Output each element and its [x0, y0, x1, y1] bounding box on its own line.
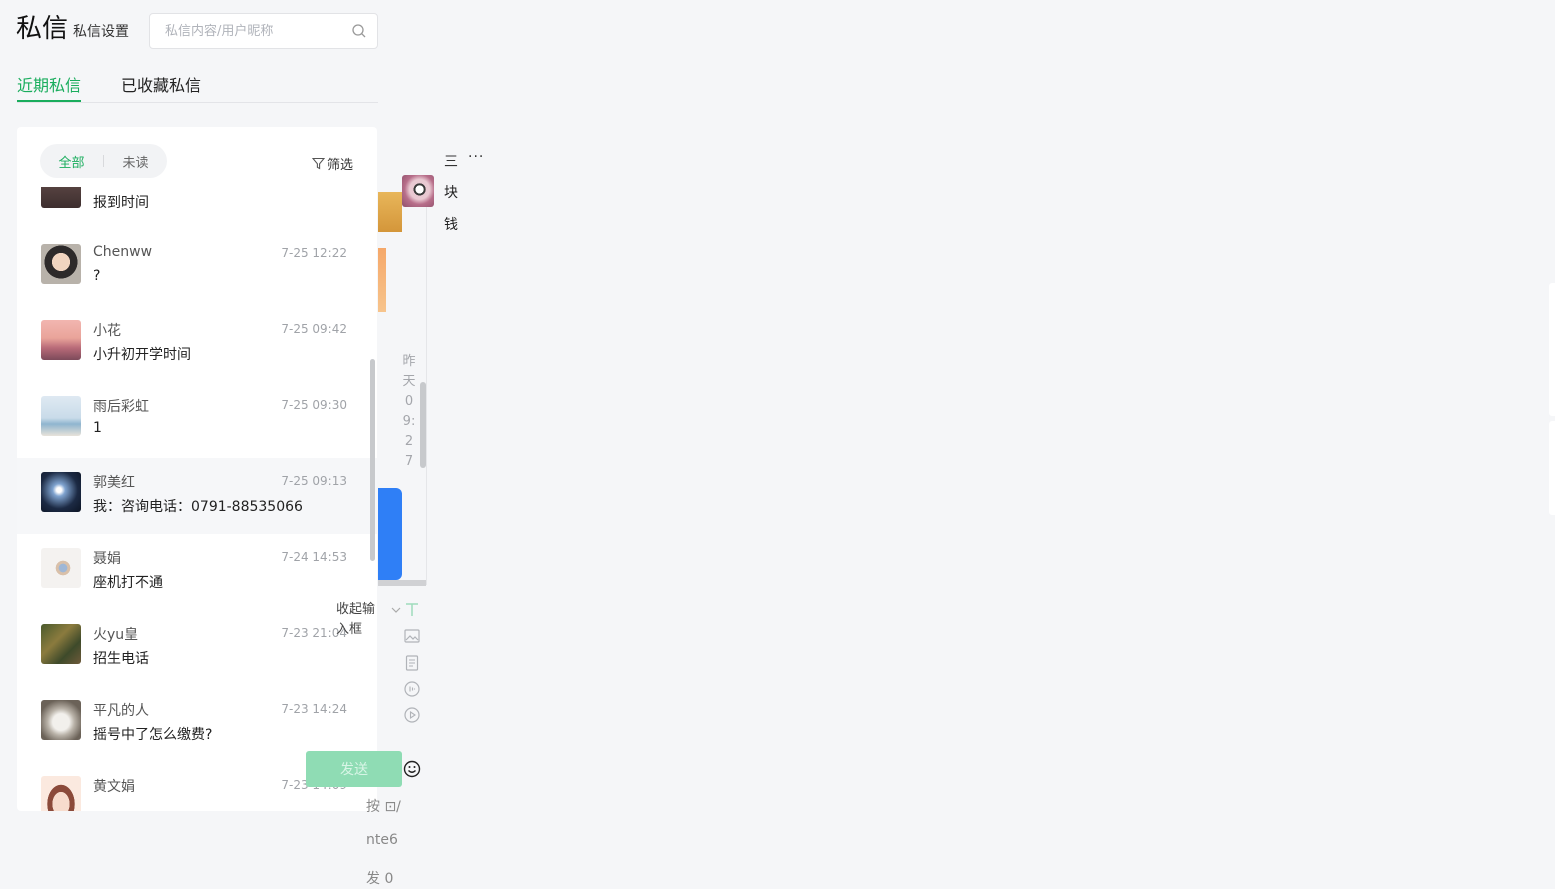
- list-scrollbar[interactable]: [370, 359, 375, 561]
- avatar: [41, 244, 81, 284]
- conversation-name: 平凡的人: [93, 703, 149, 719]
- list-item[interactable]: 火yu皇 7-23 21:04 招生电话: [17, 610, 377, 686]
- divider: [426, 190, 427, 585]
- audio-icon[interactable]: [403, 680, 421, 698]
- conversation-preview: 小升初开学时间: [93, 347, 191, 363]
- conversation-time: 7-25 09:13: [281, 474, 347, 488]
- conversation-name: 小花: [93, 323, 121, 339]
- avatar: [41, 624, 81, 664]
- search-input[interactable]: [150, 14, 340, 48]
- conversation-time: 7-25 09:30: [281, 398, 347, 412]
- filter-label: 筛选: [326, 158, 353, 173]
- conversation-time: 7-24 14:53: [281, 550, 347, 564]
- avatar: [41, 776, 81, 811]
- message-bubble: [378, 488, 402, 580]
- conversation-name: 雨后彩虹: [93, 399, 149, 415]
- side-text: 块: [444, 185, 458, 201]
- side-text: 钱: [444, 217, 458, 233]
- menu-icon[interactable]: 三: [444, 151, 458, 171]
- list-item[interactable]: 郭美红 7-25 09:13 我：咨询电话：0791-88535066: [17, 458, 377, 534]
- conversation-name: Chenww: [93, 244, 153, 260]
- page-title: 私信: [16, 14, 69, 44]
- conversation-name: 聂娟: [93, 551, 121, 567]
- send-button[interactable]: 发送: [306, 751, 402, 787]
- conversation-preview: ?: [93, 268, 101, 284]
- conversation-preview: 座机打不通: [93, 575, 163, 591]
- image-message[interactable]: [378, 192, 402, 232]
- emoji-icon[interactable]: [403, 760, 421, 778]
- image-icon[interactable]: [403, 627, 421, 645]
- floating-panel-edge: [1549, 283, 1555, 416]
- conversation-list: 报到时间 Chenww 7-25 12:22 ? 小花 7-25 09:42 小…: [17, 187, 377, 811]
- filter-all[interactable]: 全部: [40, 152, 103, 171]
- conversation-preview: 1: [93, 420, 102, 436]
- tab-recent[interactable]: 近期私信: [17, 72, 82, 102]
- divider: [378, 580, 426, 586]
- list-item[interactable]: Chenww 7-25 12:22 ?: [17, 230, 377, 306]
- search-icon[interactable]: [351, 23, 367, 39]
- collapse-input-button[interactable]: 收起输入框: [336, 600, 384, 640]
- filter-icon: [311, 157, 325, 170]
- filter-button[interactable]: 筛选: [311, 154, 353, 173]
- conversation-panel: 全部 未读 筛选 报到时间 Chenww 7-25 12:22 ? 小花 7-2…: [17, 127, 377, 811]
- video-icon[interactable]: [403, 706, 421, 724]
- document-icon[interactable]: [403, 654, 421, 672]
- search-box[interactable]: [149, 13, 378, 49]
- list-item[interactable]: 聂娟 7-24 14:53 座机打不通: [17, 534, 377, 610]
- conversation-preview: 摇号中了怎么缴费?: [93, 727, 213, 743]
- conversation-time: 7-25 09:42: [281, 322, 347, 336]
- conversation-name: 火yu皇: [93, 627, 139, 643]
- message-tabs: 近期私信 已收藏私信: [17, 72, 378, 103]
- message-timestamp: 昨天09:27: [402, 354, 416, 469]
- avatar: [41, 320, 81, 360]
- hint-text: nte6: [366, 832, 398, 848]
- hint-text: 按 ⊡/: [366, 799, 401, 815]
- filter-unread[interactable]: 未读: [104, 152, 167, 171]
- more-icon[interactable]: ···: [468, 149, 484, 165]
- chat-scrollbar[interactable]: [420, 382, 426, 468]
- conversation-preview: 报到时间: [93, 195, 149, 211]
- text-icon[interactable]: [403, 601, 421, 619]
- avatar: [402, 175, 434, 207]
- read-filter-toggle: 全部 未读: [40, 144, 167, 178]
- conversation-time: 7-25 12:22: [281, 246, 347, 260]
- conversation-time: 7-23 14:24: [281, 702, 347, 716]
- chevron-down-icon[interactable]: [390, 604, 402, 616]
- list-item[interactable]: 报到时间: [17, 187, 377, 230]
- avatar: [41, 396, 81, 436]
- hint-text: 发 0: [366, 871, 394, 887]
- image-message[interactable]: [378, 248, 386, 312]
- avatar: [41, 187, 81, 208]
- page-header: 私信 私信设置: [16, 12, 129, 46]
- avatar: [41, 700, 81, 740]
- avatar: [41, 548, 81, 588]
- conversation-name: 郭美红: [93, 475, 135, 491]
- list-item[interactable]: 雨后彩虹 7-25 09:30 1: [17, 382, 377, 458]
- collapse-label: 收起输入框: [336, 602, 376, 637]
- floating-panel-edge: [1549, 421, 1555, 515]
- conversation-preview: 招生电话: [93, 651, 149, 667]
- avatar: [41, 472, 81, 512]
- settings-link[interactable]: 私信设置: [73, 21, 129, 41]
- tab-favorites[interactable]: 已收藏私信: [121, 72, 201, 102]
- list-item[interactable]: 小花 7-25 09:42 小升初开学时间: [17, 306, 377, 382]
- conversation-name: 黄文娟: [93, 779, 135, 795]
- conversation-preview: 我：咨询电话：0791-88535066: [93, 499, 303, 515]
